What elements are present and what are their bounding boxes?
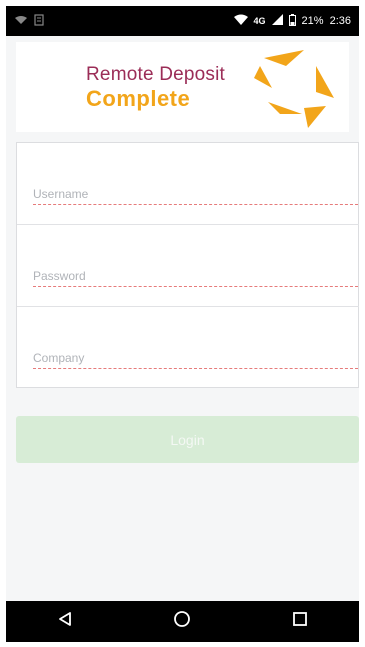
back-button[interactable] [35, 601, 95, 642]
battery-icon [288, 13, 296, 29]
wifi-icon [233, 14, 248, 28]
network-type: 4G [253, 16, 266, 26]
battery-percent: 21% [301, 15, 324, 27]
username-input[interactable] [33, 183, 358, 205]
app-header: Remote Deposit Complete [16, 42, 349, 132]
company-input[interactable] [33, 347, 358, 369]
password-input[interactable] [33, 265, 358, 287]
recents-square-icon [292, 611, 308, 632]
login-button[interactable]: Login [16, 416, 359, 463]
status-bar: 4G 21% 2:36 [6, 6, 359, 36]
password-field [17, 225, 359, 307]
system-nav-bar [6, 601, 359, 642]
app-screen: 4G 21% 2:36 Remote Deposit Complete User… [6, 6, 359, 642]
home-button[interactable] [152, 601, 212, 642]
sim-icon [34, 13, 44, 29]
status-right: 4G 21% 2:36 [233, 13, 351, 29]
signal-icon [271, 14, 283, 28]
status-left [14, 13, 44, 29]
brand-title-line1: Remote Deposit [86, 64, 226, 85]
wifi-notification-icon [14, 15, 28, 28]
clock: 2:36 [329, 15, 351, 27]
login-form [16, 142, 359, 388]
brand-title-line2: Complete [86, 86, 191, 111]
home-circle-icon [173, 610, 191, 633]
back-triangle-icon [57, 611, 73, 632]
recents-button[interactable] [270, 601, 330, 642]
logo-star-icon [246, 48, 338, 128]
username-field [17, 143, 359, 225]
company-field [17, 307, 359, 389]
